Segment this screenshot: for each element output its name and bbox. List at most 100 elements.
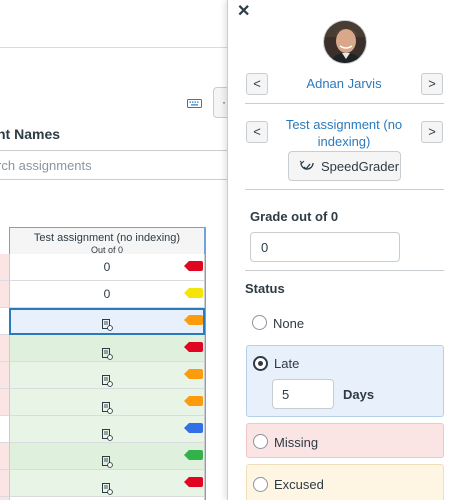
student-cell-edge[interactable] — [0, 416, 9, 443]
submission-icon — [101, 451, 113, 468]
table-row — [0, 416, 227, 443]
table-row: 0 — [0, 281, 227, 308]
grade-field[interactable] — [250, 232, 400, 262]
close-tray-button[interactable]: ✕ — [237, 3, 253, 21]
grade-detail-tray: ✕ < Adnan Jarvis > < Test assignment (no… — [227, 0, 459, 500]
submission-icon — [101, 370, 113, 387]
radio-none[interactable] — [252, 315, 267, 330]
chevron-right-icon: > — [428, 76, 436, 91]
grade-cell[interactable] — [9, 470, 205, 497]
status-option-late[interactable]: Late Days — [246, 345, 444, 417]
grade-value: 0 — [103, 287, 111, 301]
status-flag-icon — [184, 396, 203, 406]
status-flag-body — [189, 261, 203, 271]
previous-student-button[interactable]: < — [246, 73, 268, 95]
status-flag-body — [189, 315, 203, 325]
status-flag-icon — [184, 288, 203, 298]
grade-value: 0 — [103, 260, 111, 274]
status-flag-icon — [184, 450, 203, 460]
student-names-column-label: nt Names — [0, 126, 61, 142]
grade-cell[interactable]: 0 — [9, 254, 205, 281]
avatar-photo — [324, 21, 366, 63]
search-assignments-input[interactable] — [0, 151, 227, 179]
chevron-right-icon: > — [428, 124, 436, 139]
student-cell-edge[interactable] — [0, 389, 9, 416]
student-name-link[interactable]: Adnan Jarvis — [268, 76, 420, 91]
table-row — [0, 443, 227, 470]
table-row — [0, 470, 227, 497]
table-row — [0, 389, 227, 416]
student-avatar — [323, 20, 367, 64]
submission-icon — [101, 343, 113, 360]
grade-cell[interactable] — [9, 362, 205, 389]
status-option-none[interactable]: None — [246, 309, 444, 337]
status-flag-body — [189, 342, 203, 352]
student-cell-edge[interactable] — [0, 308, 9, 335]
table-row: 0 — [0, 254, 227, 281]
status-option-missing[interactable]: Missing — [246, 423, 444, 458]
grade-cell[interactable] — [9, 416, 205, 443]
status-flag-body — [189, 369, 203, 379]
student-cell-edge[interactable] — [0, 362, 9, 389]
status-flag-icon — [184, 423, 203, 433]
submission-icon — [101, 397, 113, 414]
student-cell-edge[interactable] — [0, 470, 9, 497]
grade-cell[interactable] — [9, 389, 205, 416]
table-row — [0, 335, 227, 362]
submission-icon — [101, 316, 113, 331]
status-heading: Status — [245, 281, 285, 296]
table-row — [0, 308, 227, 335]
column-selection-edge — [205, 227, 206, 500]
close-icon: ✕ — [237, 3, 251, 20]
gradebook-top-divider — [0, 47, 227, 48]
status-option-label: Missing — [274, 435, 319, 450]
status-option-excused[interactable]: Excused — [246, 464, 444, 500]
chevron-left-icon: < — [253, 124, 261, 139]
student-cell-edge[interactable] — [0, 443, 9, 470]
next-student-button[interactable]: > — [421, 73, 443, 95]
student-cell-edge[interactable] — [0, 281, 9, 308]
status-flag-icon — [184, 261, 203, 271]
student-cell-edge[interactable] — [0, 254, 9, 281]
grade-cell-selected[interactable] — [9, 308, 205, 335]
speedgrader-button[interactable]: SpeedGrader — [288, 151, 401, 181]
grade-cell[interactable] — [9, 335, 205, 362]
grade-cell[interactable] — [9, 443, 205, 470]
speedgrader-label: SpeedGrader — [321, 159, 400, 174]
status-option-label: Late — [274, 356, 300, 371]
status-flag-body — [189, 423, 203, 433]
tray-divider — [245, 103, 444, 104]
grade-cell[interactable]: 0 — [9, 281, 205, 308]
table-row — [0, 362, 227, 389]
status-flag-icon — [184, 477, 203, 487]
next-assignment-button[interactable]: > — [421, 121, 443, 143]
keyboard-shortcuts-icon[interactable] — [187, 96, 202, 108]
submission-icon — [101, 478, 113, 495]
tray-divider — [245, 270, 444, 271]
previous-assignment-button[interactable]: < — [246, 121, 268, 143]
status-flag-body — [189, 288, 203, 298]
grade-input[interactable] — [251, 233, 399, 261]
gradebook-grid-area: nt Names Test assignment (no indexing) O… — [0, 0, 227, 500]
status-option-label: None — [273, 316, 305, 331]
submission-icon — [101, 424, 113, 441]
status-flag-body — [189, 477, 203, 487]
grade-input-label: Grade out of 0 — [250, 209, 339, 224]
speedgrader-icon — [299, 159, 315, 174]
search-assignments-field[interactable] — [0, 150, 227, 180]
radio-excused[interactable] — [253, 477, 268, 492]
status-flag-body — [189, 450, 203, 460]
status-flag-body — [189, 396, 203, 406]
status-flag-icon — [184, 342, 203, 352]
late-days-input[interactable] — [273, 380, 333, 408]
tray-divider — [245, 189, 444, 190]
assignment-column-title: Test assignment (no indexing) — [33, 232, 181, 244]
assignment-name-link[interactable]: Test assignment (no indexing) — [268, 116, 420, 150]
radio-missing[interactable] — [253, 434, 268, 449]
student-cell-edge[interactable] — [0, 335, 9, 362]
radio-late[interactable] — [253, 356, 268, 371]
status-option-label: Excused — [274, 477, 324, 492]
status-flag-icon — [184, 369, 203, 379]
late-days-field[interactable] — [272, 379, 334, 409]
settings-button-glyph: · — [222, 95, 226, 109]
